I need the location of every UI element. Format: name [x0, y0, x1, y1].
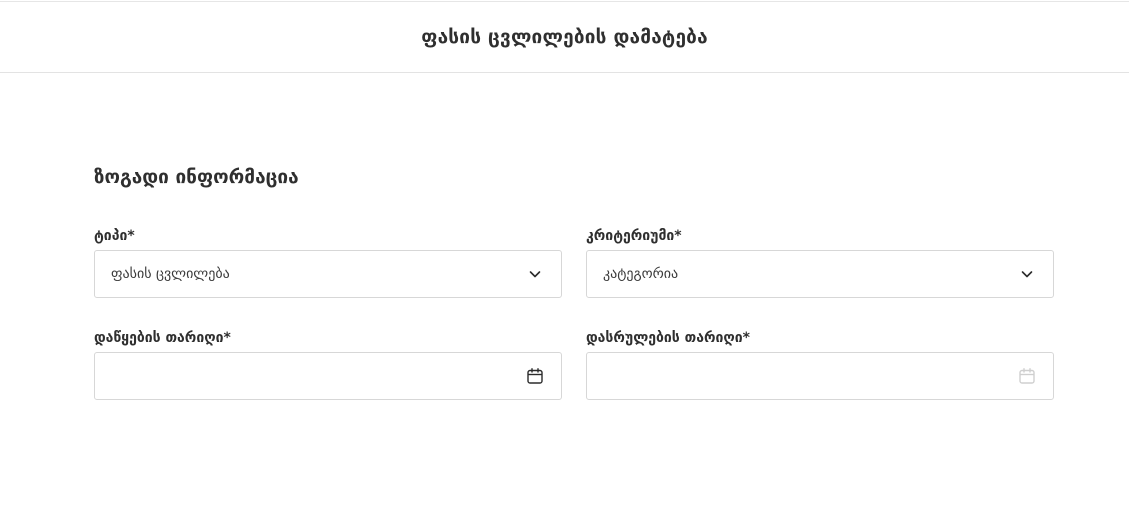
- start-date-label: დაწყების თარიღი*: [94, 330, 231, 346]
- type-select-value: ფასის ცვლილება: [111, 266, 230, 282]
- criteria-select[interactable]: კატეგორია: [586, 250, 1054, 298]
- criteria-select-value: კატეგორია: [603, 266, 679, 282]
- end-date-input[interactable]: [586, 352, 1054, 400]
- type-label: ტიპი*: [94, 228, 135, 244]
- chevron-down-icon: [525, 264, 545, 284]
- chevron-down-icon: [1017, 264, 1037, 284]
- page-title: ფასის ცვლილების დამატება: [421, 26, 708, 48]
- type-select[interactable]: ფასის ცვლილება: [94, 250, 562, 298]
- type-field: ტიპი* ფასის ცვლილება: [94, 226, 562, 298]
- end-date-label: დასრულების თარიღი*: [586, 330, 750, 346]
- criteria-field: კრიტერიუმი* კატეგორია: [586, 226, 1054, 298]
- section-title: ზოგადი ინფორმაცია: [94, 166, 299, 188]
- criteria-label: კრიტერიუმი*: [586, 228, 682, 244]
- calendar-icon[interactable]: [525, 366, 545, 386]
- start-date-field: დაწყების თარიღი*: [94, 328, 562, 400]
- end-date-field: დასრულების თარიღი*: [586, 328, 1054, 400]
- start-date-input[interactable]: [94, 352, 562, 400]
- page-header: ფასის ცვლილების დამატება: [0, 2, 1129, 73]
- calendar-icon: [1017, 366, 1037, 386]
